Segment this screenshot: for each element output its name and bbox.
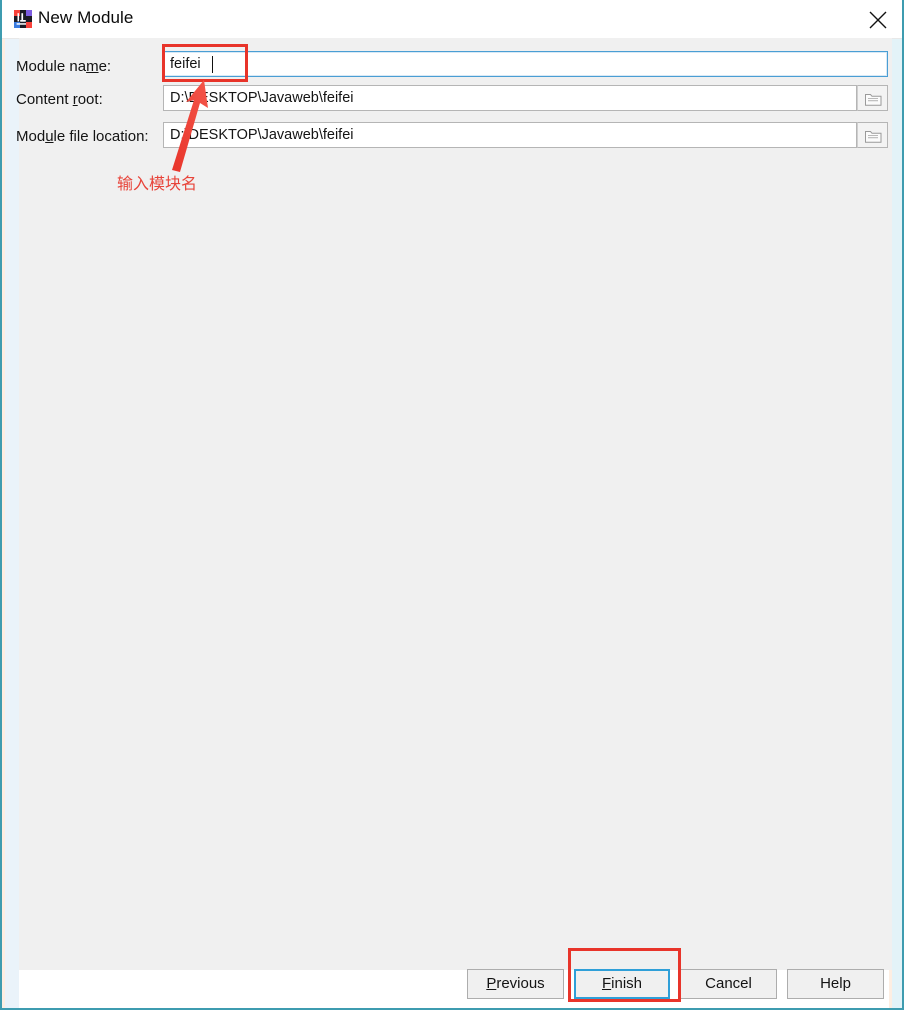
module-file-location-value: D:\DESKTOP\Javaweb\feifei <box>170 127 354 143</box>
help-button[interactable]: Help <box>787 969 884 999</box>
module-name-label: Module name: <box>16 58 112 75</box>
content-root-value: D:\DESKTOP\Javaweb\feifei <box>170 90 354 106</box>
finish-button[interactable]: Finish <box>574 969 670 999</box>
module-file-location-input[interactable]: D:\DESKTOP\Javaweb\feifei <box>163 122 857 148</box>
module-name-value: feifei <box>170 56 201 72</box>
text-caret <box>212 56 213 73</box>
module-name-input[interactable]: feifei <box>163 51 888 77</box>
close-button[interactable] <box>854 0 902 36</box>
module-file-location-browse-button[interactable] <box>857 122 888 148</box>
title-bar: New Module <box>2 0 902 39</box>
cancel-button[interactable]: Cancel <box>680 969 777 999</box>
module-file-location-label: Module file location: <box>16 128 149 145</box>
frame-accent-left-inner <box>5 38 19 1008</box>
previous-button[interactable]: Previous <box>467 969 564 999</box>
content-root-label: Content root: <box>16 91 103 108</box>
annotation-note: 输入模块名 <box>117 174 198 193</box>
content-root-input[interactable]: D:\DESKTOP\Javaweb\feifei <box>163 85 857 111</box>
content-root-browse-button[interactable] <box>857 85 888 111</box>
window-title: New Module <box>38 8 134 27</box>
frame-accent-right-inner <box>892 38 902 1008</box>
new-module-dialog: New Module Module name: feifei Content r… <box>0 0 904 1010</box>
intellij-idea-icon <box>14 10 32 28</box>
